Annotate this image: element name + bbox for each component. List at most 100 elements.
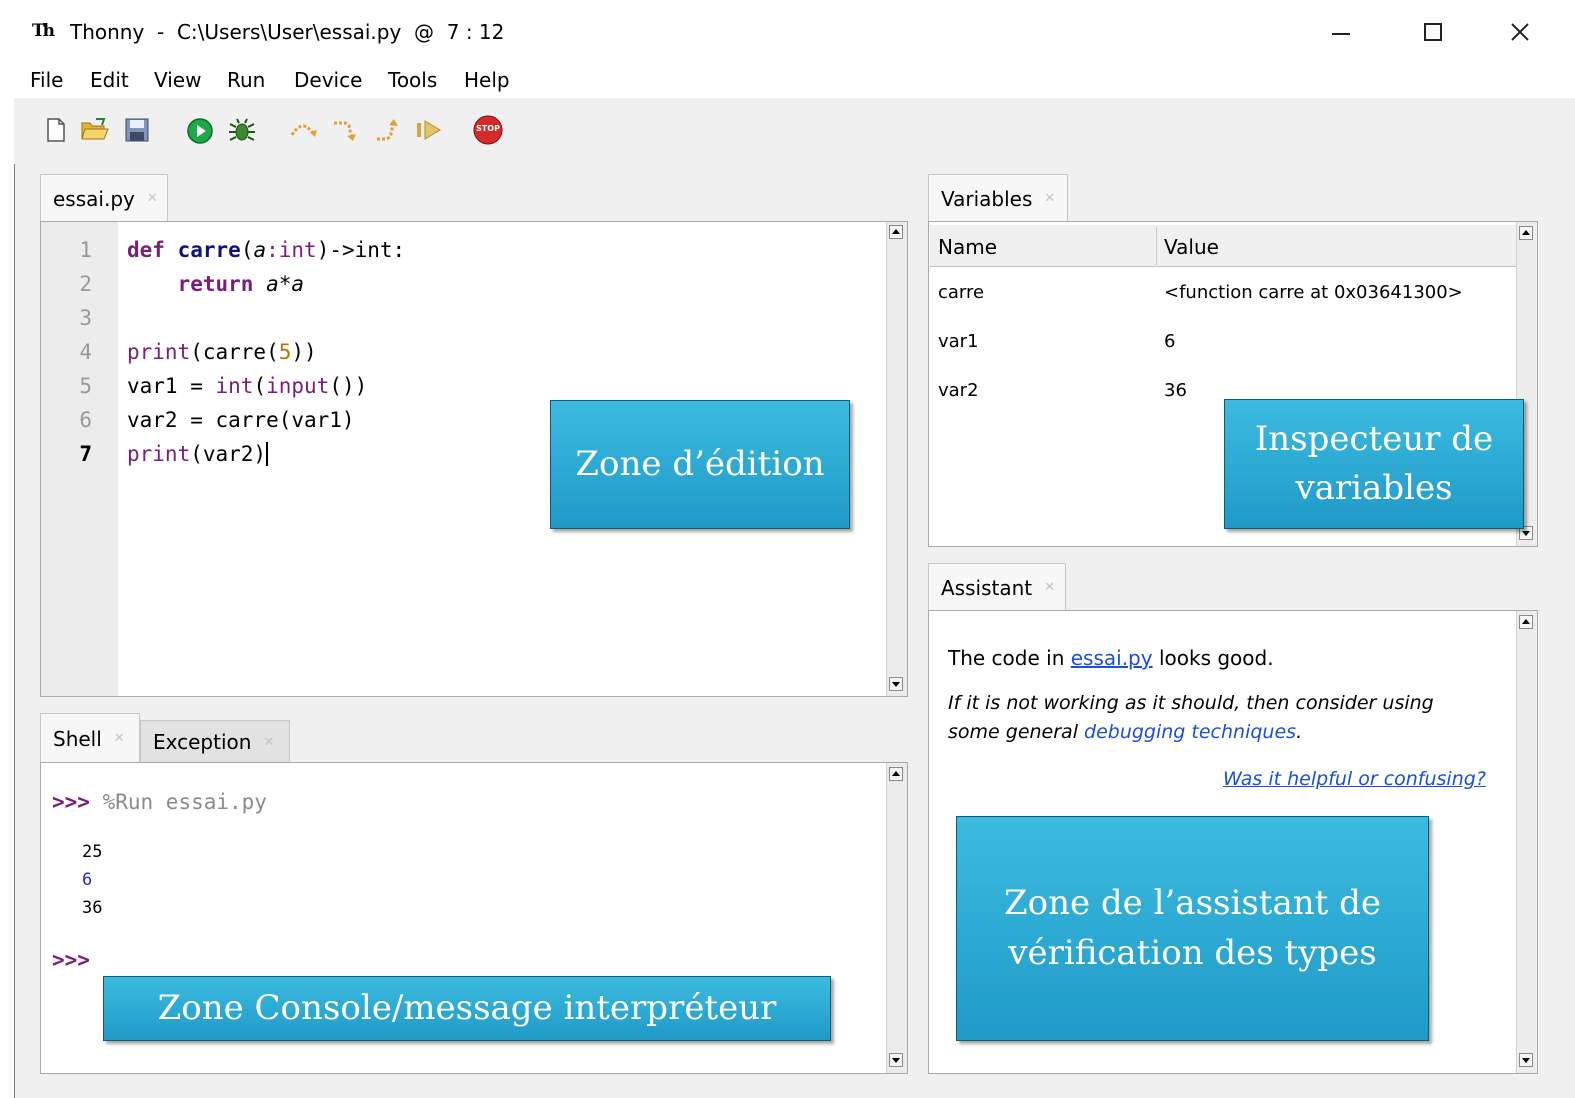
variable-name[interactable]: var1 [938,331,979,352]
variable-name[interactable]: var2 [938,380,979,401]
code-token: a [266,272,279,296]
assistant-scrollbar[interactable] [1516,611,1537,1073]
assistant-text: The code in [948,646,1071,670]
close-button[interactable] [1497,14,1543,50]
variable-value[interactable]: 6 [1164,331,1175,352]
file-link[interactable]: essai.py [1071,646,1153,670]
step-over-icon[interactable] [288,117,317,143]
annotation-text: Inspecteur de [1254,418,1494,459]
line-number: 2 [79,272,92,296]
feedback-link[interactable]: Was it helpful or confusing? [1223,768,1486,790]
scroll-up-icon[interactable] [889,767,903,781]
annotation-assistant-zone: Zone de l’assistant de vérification des … [956,816,1429,1041]
code-token: def [127,238,165,262]
scroll-up-icon[interactable] [1519,226,1533,240]
code-token: a [291,272,305,296]
code-line-7[interactable]: print(var2) [127,442,269,466]
debug-icon[interactable] [227,117,255,143]
close-tab-icon[interactable]: ✕ [1044,580,1055,595]
tab-variables[interactable]: Variables ✕ [928,174,1068,222]
code-token: ()) [329,374,368,398]
code-token: 5 [278,340,292,364]
code-token: var1 = [127,374,216,398]
menu-edit[interactable]: Edit [90,68,129,92]
run-icon[interactable] [186,117,213,144]
tab-essai-py[interactable]: essai.py ✕ [40,174,168,222]
close-icon [1511,23,1529,41]
scroll-up-icon[interactable] [889,225,903,239]
code-line-4[interactable]: print(carre(5)) [127,340,317,364]
shell-command: %Run essai.py [89,790,267,814]
variable-value[interactable]: <function carre at 0x03641300> [1164,282,1463,303]
menu-run[interactable]: Run [227,68,265,92]
save-icon[interactable] [124,117,150,143]
step-out-icon[interactable] [373,117,399,143]
open-file-icon[interactable] [80,117,109,143]
maximize-button[interactable] [1410,14,1456,50]
assistant-hint-2: some general debugging techniques. [948,721,1302,743]
stop-icon[interactable]: STOP [472,114,504,146]
code-token: print [127,340,191,364]
close-tab-icon[interactable]: ✕ [263,735,274,750]
menu-device[interactable]: Device [294,68,362,92]
line-number: 4 [79,340,92,364]
thonny-logo-icon: Th [32,21,55,41]
maximize-icon [1424,23,1442,41]
stop-label: STOP [476,124,500,133]
line-number: 5 [79,374,92,398]
code-token: )) [291,340,317,364]
column-header-name[interactable]: Name [938,235,997,259]
shell-scrollbar[interactable] [886,763,907,1073]
shell-prompt[interactable]: >>> [52,948,90,972]
code-token: return [177,272,254,296]
minimize-button[interactable] [1318,14,1364,50]
scroll-down-icon[interactable] [889,1053,903,1067]
scroll-up-icon[interactable] [1519,615,1533,629]
annotation-text: Zone de l’assistant de [1004,883,1381,924]
tab-label: Variables [941,186,1033,211]
tab-shell[interactable]: Shell ✕ [40,713,140,763]
code-token: carre [177,238,241,262]
code-line-6[interactable]: var2 = carre(var1) [127,408,355,432]
code-token: (carre( [190,340,279,364]
shell-prompt: >>> [52,790,90,814]
code-token: * [278,272,292,296]
variable-value[interactable]: 36 [1164,380,1187,401]
debugging-link[interactable]: debugging techniques [1084,721,1296,743]
shell-command-line[interactable]: >>> %Run essai.py [52,790,267,814]
code-token: ( [240,238,254,262]
menu-tools[interactable]: Tools [388,68,437,92]
assistant-text: . [1296,721,1303,743]
menu-view[interactable]: View [154,68,201,92]
close-tab-icon[interactable]: ✕ [114,731,125,746]
window-title: Thonny - C:\Users\User\essai.py @ 7 : 12 [70,20,505,44]
tab-label: Exception [153,730,252,754]
scroll-down-icon[interactable] [889,677,903,691]
annotation-text: Zone Console/message interpréteur [157,987,777,1028]
code-line-1[interactable]: def carre(a:int)->int: [127,238,405,262]
menu-file[interactable]: File [30,68,63,92]
tab-exception[interactable]: Exception ✕ [140,720,290,763]
code-token: )->int: [316,238,406,262]
code-line-2[interactable]: return a*a [127,272,304,296]
column-divider [1156,227,1157,265]
menu-help[interactable]: Help [464,68,510,92]
code-token: a [253,238,267,262]
step-into-icon[interactable] [330,117,356,143]
editor-scrollbar[interactable] [886,222,907,696]
variable-name[interactable]: carre [938,282,984,303]
annotation-text: Zone d’édition [575,443,825,484]
assistant-text: looks good. [1152,646,1274,670]
close-tab-icon[interactable]: ✕ [147,191,158,206]
column-header-value[interactable]: Value [1164,235,1219,259]
tab-assistant[interactable]: Assistant ✕ [928,563,1066,611]
scroll-down-icon[interactable] [1519,1053,1533,1067]
annotation-edit-zone: Zone d’édition [550,400,850,529]
text-cursor [266,442,269,466]
code-token: ( [253,374,267,398]
resume-icon[interactable] [414,117,441,143]
close-tab-icon[interactable]: ✕ [1044,191,1055,206]
new-file-icon[interactable] [44,117,70,143]
code-token: :int [266,238,317,262]
code-line-5[interactable]: var1 = int(input()) [127,374,367,398]
